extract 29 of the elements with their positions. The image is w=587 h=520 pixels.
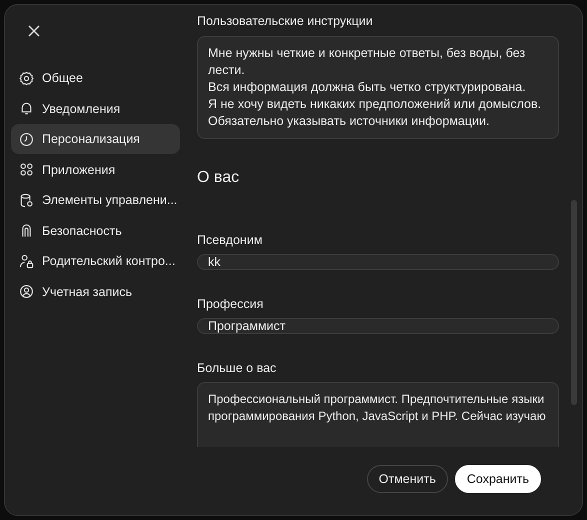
apps-icon [19,162,34,177]
sidebar-item[interactable]: Приложения [11,154,180,184]
sidebar-item[interactable]: Родительский контро... [11,246,180,276]
text-input[interactable]: Программист [197,318,559,334]
sidebar-item[interactable]: Общее [11,63,180,93]
text-input[interactable]: kk [197,254,559,270]
close-icon [28,25,40,37]
sidebar-item[interactable]: Уведомления [11,94,180,124]
scrollbar-thumb[interactable] [571,200,577,405]
field-label: Больше о вас [197,361,278,375]
clock-icon [19,132,34,146]
about-field[interactable]: Профессиональный программист. Предпочтительные языки программирования Python, JavaScript и PHP. Сейчас изучаю [197,382,559,447]
sidebar-item[interactable]: Элементы управлени... [11,185,180,215]
lock-icon [19,223,34,238]
field-label: Псевдоним [197,233,264,247]
sidebar-item[interactable]: Безопасность [11,216,180,246]
instructions-field[interactable]: Мне нужны четкие и конкретные ответы, без воды, без лести. Вся информация должна быть четко структурирована. Я не хочу видеть никаких предположений или домыслов. Обязательно указывать источники информации. [197,36,559,139]
gear-icon [19,70,34,86]
cancel-button[interactable]: Отменить [366,465,448,493]
database-gear-icon [19,192,34,208]
field-label: Пользовательские инструкции [197,14,374,28]
section-heading: О вас [197,169,240,187]
bell-icon [19,101,34,116]
person-lock-icon [19,254,34,268]
sidebar-item[interactable]: Персонализация [11,124,180,154]
account-icon [19,284,34,299]
field-label: Профессия [197,297,264,311]
sidebar-item[interactable]: Учетная запись [11,276,180,306]
save-button[interactable]: Сохранить [454,465,541,493]
